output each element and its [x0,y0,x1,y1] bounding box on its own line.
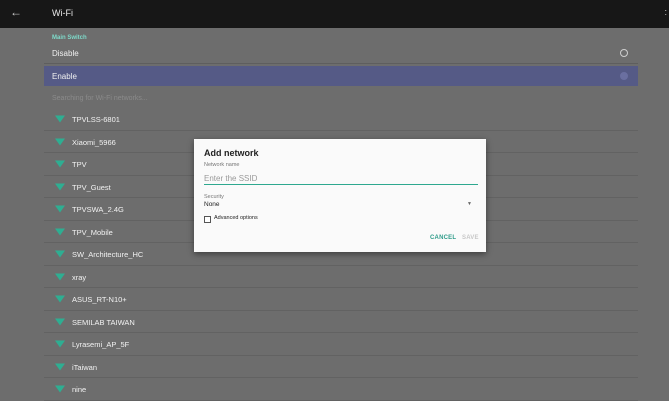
advanced-options[interactable]: Advanced options [204,215,324,225]
wifi-signal-icon [55,318,65,325]
network-name: TPVSWA_2.4G [72,205,124,214]
wifi-signal-icon [55,205,65,213]
dialog-title: Add network [204,148,259,158]
wifi-signal-icon [55,183,65,190]
security-label: Security [204,194,224,200]
network-item[interactable]: xray [44,266,638,288]
network-name: SW_Architecture_HC [72,250,144,259]
add-network-dialog: Add network Network name Security None ▼… [194,139,486,252]
network-name: SEMILAB TAIWAN [72,317,135,327]
network-item[interactable]: Lyrasemi_AP_5F [44,333,638,356]
advanced-options-label: Advanced options [214,215,258,221]
network-name: TPV_Mobile [72,227,113,237]
searching-status: Searching for Wi-Fi networks... [52,95,148,102]
network-name: nine [72,385,87,394]
radio-enable-icon[interactable] [620,72,628,80]
save-button[interactable]: SAVE [462,235,479,241]
wifi-signal-icon [55,250,65,258]
wifi-signal-icon [55,138,65,145]
network-name: TPV_Guest [72,182,111,192]
network-name: Xiaomi_5966 [72,137,116,147]
network-item[interactable]: nine [44,378,638,401]
network-item[interactable]: ASUS_RT-N10+ [44,288,638,311]
wifi-signal-icon [55,228,65,235]
security-select[interactable]: None ▼ [204,201,478,211]
wifi-signal-icon [55,295,65,303]
network-item[interactable]: TPVLSS-6801 [44,108,638,131]
overflow-indicator-icon: : [664,7,667,17]
network-name: TPVLSS-6801 [72,115,120,124]
page-title: Wi-Fi [52,8,73,18]
network-name: ASUS_RT-N10+ [72,295,127,304]
dropdown-arrow-icon: ▼ [467,201,472,207]
back-arrow-icon[interactable]: ← [10,5,22,19]
wifi-signal-icon [55,115,65,123]
network-item[interactable]: iTaiwan [44,356,638,378]
network-item[interactable]: SEMILAB TAIWAN [44,311,638,333]
app-bar: ← Wi-Fi : [0,0,669,28]
option-disable[interactable]: Disable [44,43,638,64]
cancel-button[interactable]: CANCEL [430,235,456,241]
network-name: iTaiwan [72,362,98,372]
security-value: None [204,201,220,208]
option-enable-label: Enable [52,72,77,81]
wifi-signal-icon [55,363,65,370]
network-name: xray [72,272,87,282]
wifi-signal-icon [55,273,65,280]
advanced-options-checkbox[interactable] [204,216,211,223]
ssid-input[interactable] [204,172,478,185]
wifi-signal-icon [55,385,65,393]
option-disable-label: Disable [52,49,79,58]
wifi-signal-icon [55,340,65,348]
network-name-label: Network name [204,162,240,168]
network-name: Lyrasemi_AP_5F [72,340,130,349]
option-enable[interactable]: Enable [44,66,638,86]
main-switch-header: Main Switch [52,35,87,41]
radio-disable-icon[interactable] [620,49,628,57]
network-name: TPV [72,160,87,169]
wifi-signal-icon [55,160,65,168]
